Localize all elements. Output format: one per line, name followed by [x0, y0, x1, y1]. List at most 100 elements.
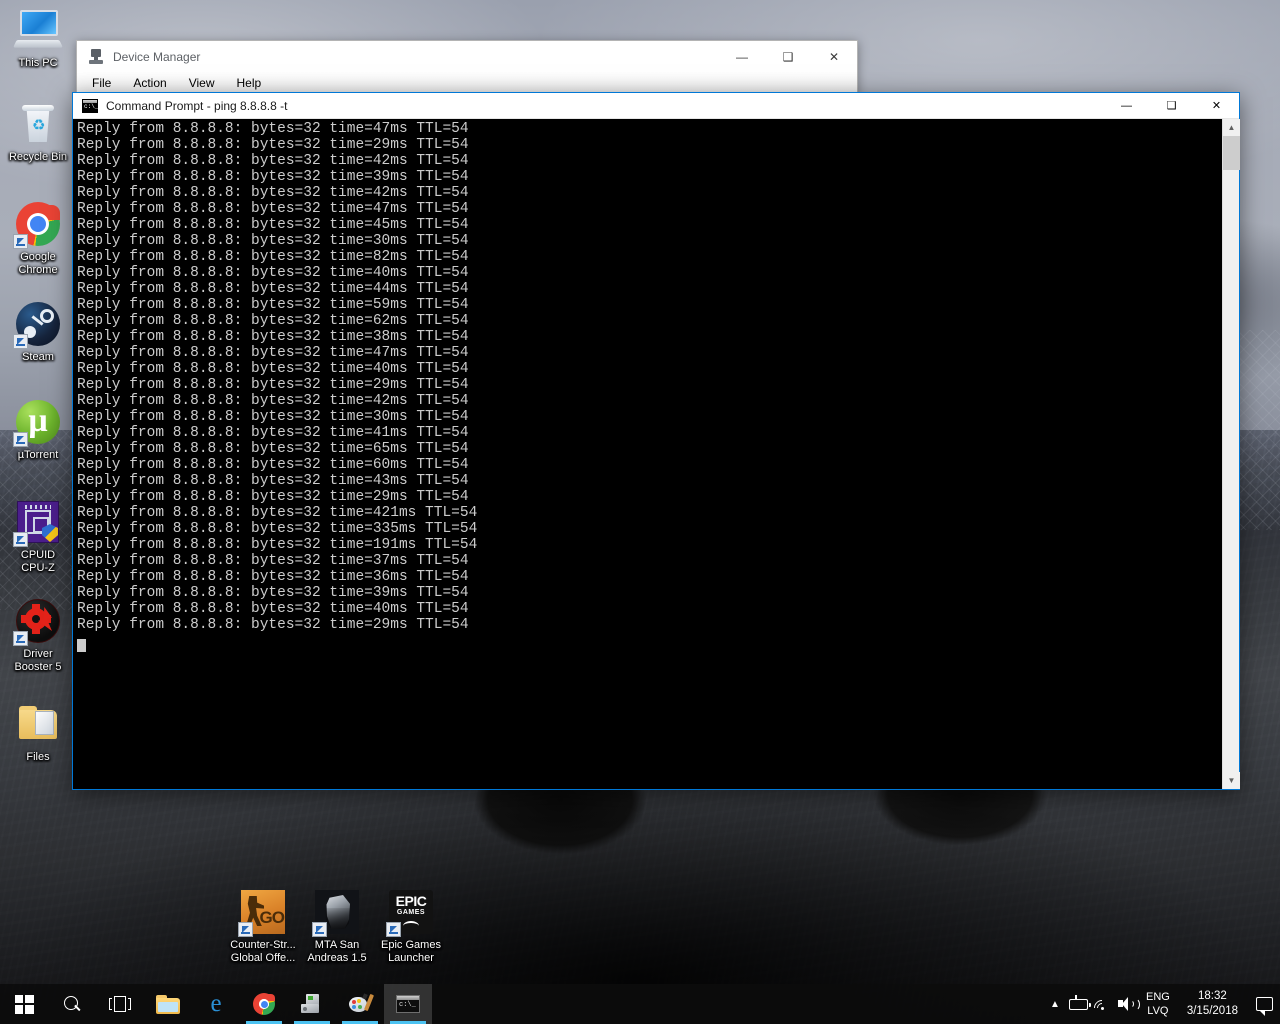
task-view-icon: [109, 996, 131, 1012]
desktop-icon-utorrent[interactable]: µ µTorrent: [0, 398, 76, 462]
chrome-button[interactable]: [240, 984, 288, 1024]
console-line: Reply from 8.8.8.8: bytes=32 time=45ms T…: [77, 217, 469, 233]
device-manager-minimize-button[interactable]: —: [719, 41, 765, 72]
command-prompt-icon: c:\_: [396, 995, 420, 1013]
console-line: Reply from 8.8.8.8: bytes=32 time=39ms T…: [77, 585, 469, 601]
show-hidden-icons-button[interactable]: ▲: [1043, 984, 1067, 1024]
console-line: Reply from 8.8.8.8: bytes=32 time=30ms T…: [77, 233, 469, 249]
shortcut-arrow-icon: [386, 922, 401, 937]
console-scrollbar[interactable]: ▲ ▼: [1222, 119, 1240, 789]
console-lines: Reply from 8.8.8.8: bytes=32 time=47ms T…: [73, 119, 1239, 633]
driver-booster-icon: [13, 597, 62, 646]
console-line: Reply from 8.8.8.8: bytes=32 time=30ms T…: [77, 409, 469, 425]
clock-date: 3/15/2018: [1186, 1005, 1238, 1017]
task-view-button[interactable]: [96, 984, 144, 1024]
console-line: Reply from 8.8.8.8: bytes=32 time=44ms T…: [77, 281, 469, 297]
shortcut-arrow-icon: [312, 922, 327, 937]
device-manager-maximize-button[interactable]: ❑: [765, 41, 811, 72]
console-line: Reply from 8.8.8.8: bytes=32 time=43ms T…: [77, 473, 469, 489]
desktop-icon-counter-strike-go[interactable]: GO Counter-Str... Global Offe...: [225, 888, 301, 965]
console-line: Reply from 8.8.8.8: bytes=32 time=40ms T…: [77, 361, 469, 377]
console-line: Reply from 8.8.8.8: bytes=32 time=29ms T…: [77, 137, 469, 153]
command-prompt-window[interactable]: Command Prompt - ping 8.8.8.8 -t — ❑ ✕ R…: [72, 92, 1240, 790]
shortcut-arrow-icon: [238, 922, 253, 937]
scrollbar-down-arrow[interactable]: ▼: [1223, 772, 1240, 789]
search-button[interactable]: [48, 984, 96, 1024]
action-center-button[interactable]: [1248, 984, 1280, 1024]
desktop-icon-recycle-bin[interactable]: ♻ Recycle Bin: [0, 100, 76, 164]
paint-icon: [349, 993, 375, 1014]
desktop-icon-mta-san-andreas[interactable]: MTA San Andreas 1.5: [299, 888, 375, 965]
battery-icon[interactable]: [1067, 984, 1092, 1024]
console-line: Reply from 8.8.8.8: bytes=32 time=47ms T…: [77, 121, 469, 137]
menu-item-view[interactable]: View: [186, 75, 218, 91]
console-line: Reply from 8.8.8.8: bytes=32 time=191ms …: [77, 537, 478, 553]
console-line: Reply from 8.8.8.8: bytes=32 time=42ms T…: [77, 393, 469, 409]
console-line: Reply from 8.8.8.8: bytes=32 time=421ms …: [77, 505, 478, 521]
desktop-icon-label: MTA San Andreas 1.5: [307, 939, 367, 964]
console-line: Reply from 8.8.8.8: bytes=32 time=42ms T…: [77, 153, 469, 169]
device-manager-close-button[interactable]: ✕: [811, 41, 857, 72]
desktop-icon-label: Google Chrome: [18, 251, 58, 276]
menu-item-file[interactable]: File: [89, 75, 114, 91]
console-line: Reply from 8.8.8.8: bytes=32 time=335ms …: [77, 521, 478, 537]
menu-item-help[interactable]: Help: [234, 75, 265, 91]
menu-item-action[interactable]: Action: [130, 75, 169, 91]
system-tray: ▲ ENG LVQ 18:32 3/15/2018: [1043, 984, 1280, 1024]
shortcut-arrow-icon: [13, 334, 28, 349]
language-indicator[interactable]: ENG LVQ: [1139, 984, 1177, 1024]
desktop-icon-google-chrome[interactable]: Google Chrome: [0, 200, 76, 277]
device-manager-window[interactable]: Device Manager — ❑ ✕ File Action View He…: [76, 40, 858, 95]
console-line: Reply from 8.8.8.8: bytes=32 time=62ms T…: [77, 313, 469, 329]
command-prompt-maximize-button[interactable]: ❑: [1149, 93, 1194, 119]
file-explorer-button[interactable]: [144, 984, 192, 1024]
console-line: Reply from 8.8.8.8: bytes=32 time=39ms T…: [77, 169, 469, 185]
device-manager-button[interactable]: [288, 984, 336, 1024]
console-line: Reply from 8.8.8.8: bytes=32 time=29ms T…: [77, 489, 469, 505]
console-line: Reply from 8.8.8.8: bytes=32 time=29ms T…: [77, 617, 469, 633]
counter-strike-go-icon: GO: [238, 888, 287, 937]
desktop-icon-label: µTorrent: [17, 449, 59, 461]
desktop-icon-driver-booster[interactable]: Driver Booster 5: [0, 597, 76, 674]
desktop-icon-this-pc[interactable]: This PC: [0, 6, 76, 70]
volume-icon[interactable]: [1115, 984, 1141, 1024]
chrome-icon: [253, 993, 275, 1015]
desktop-icon-cpuid-cpu-z[interactable]: CPUID CPU-Z: [0, 498, 76, 575]
start-button[interactable]: [0, 984, 48, 1024]
command-prompt-button[interactable]: c:\_: [384, 984, 432, 1024]
shortcut-arrow-icon: [13, 532, 28, 547]
desktop-icon-label: This PC: [18, 57, 58, 69]
language-line-1: ENG: [1145, 991, 1170, 1003]
console-line: Reply from 8.8.8.8: bytes=32 time=40ms T…: [77, 265, 469, 281]
windows-logo-icon: [14, 994, 34, 1014]
search-icon: [63, 995, 82, 1014]
command-prompt-titlebar[interactable]: Command Prompt - ping 8.8.8.8 -t — ❑ ✕: [73, 93, 1239, 119]
desktop-icon-files[interactable]: Files: [0, 700, 76, 764]
device-manager-icon: [88, 48, 104, 65]
device-manager-titlebar[interactable]: Device Manager — ❑ ✕: [77, 41, 857, 72]
console-line: Reply from 8.8.8.8: bytes=32 time=47ms T…: [77, 345, 469, 361]
clock-time: 18:32: [1198, 990, 1227, 1002]
clock[interactable]: 18:32 3/15/2018: [1177, 984, 1248, 1024]
device-manager-title: Device Manager: [113, 49, 201, 64]
microsoft-edge-button[interactable]: e: [192, 984, 240, 1024]
desktop-icon-steam[interactable]: Steam: [0, 300, 76, 364]
paint-button[interactable]: [336, 984, 384, 1024]
device-manager-icon: [301, 994, 323, 1014]
desktop-icon-epic-games-launcher[interactable]: EPIC GAMES Epic Games Launcher: [373, 888, 449, 965]
console-line: Reply from 8.8.8.8: bytes=32 time=82ms T…: [77, 249, 469, 265]
console-line: Reply from 8.8.8.8: bytes=32 time=38ms T…: [77, 329, 469, 345]
steam-icon: [13, 300, 62, 349]
mta-san-andreas-icon: [312, 888, 361, 937]
console-output-area[interactable]: Reply from 8.8.8.8: bytes=32 time=47ms T…: [73, 119, 1239, 789]
console-line: Reply from 8.8.8.8: bytes=32 time=42ms T…: [77, 185, 469, 201]
desktop-icon-label: Counter-Str... Global Offe...: [230, 939, 296, 964]
console-cursor-line: [73, 637, 1239, 655]
scrollbar-thumb[interactable]: [1223, 136, 1240, 170]
action-center-icon: [1255, 997, 1273, 1016]
scrollbar-up-arrow[interactable]: ▲: [1223, 119, 1240, 136]
desktop-icon-label: Driver Booster 5: [14, 648, 62, 673]
command-prompt-minimize-button[interactable]: —: [1104, 93, 1149, 119]
wifi-icon[interactable]: [1091, 984, 1115, 1024]
command-prompt-close-button[interactable]: ✕: [1194, 93, 1239, 119]
